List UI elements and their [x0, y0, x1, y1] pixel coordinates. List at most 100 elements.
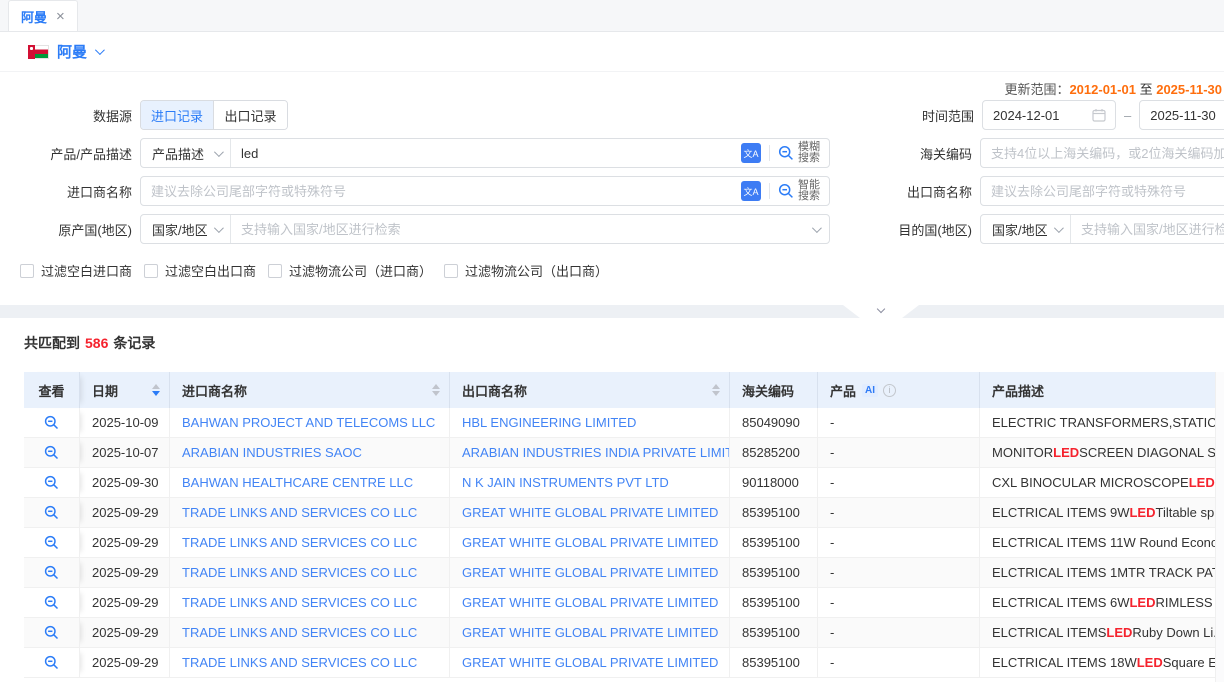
table-row: 2025-09-29 TRADE LINKS AND SERVICES CO L… — [24, 588, 1215, 618]
tab-export-records[interactable]: 出口记录 — [214, 101, 287, 129]
smart-search-button[interactable]: 智能搜索 — [778, 180, 820, 202]
row-exporter-link[interactable]: ARABIAN INDUSTRIES INDIA PRIVATE LIMIT..… — [462, 445, 729, 460]
filter-blank-importer[interactable]: 过滤空白进口商 — [20, 261, 132, 280]
view-button[interactable] — [44, 655, 59, 670]
view-button[interactable] — [44, 415, 59, 430]
row-hs-code: 85395100 — [730, 558, 818, 587]
tab-import-records[interactable]: 进口记录 — [141, 101, 214, 129]
magnifier-icon — [44, 505, 59, 520]
filter-checkboxes: 过滤空白进口商 过滤空白出口商 过滤物流公司（进口商） 过滤物流公司（出口商） — [20, 261, 608, 280]
table-row: 2025-10-09 BAHWAN PROJECT AND TELECOMS L… — [24, 408, 1215, 438]
product-type-select[interactable]: 产品描述 — [141, 139, 231, 167]
sort-control-date[interactable] — [152, 384, 160, 396]
row-description: ELCTRICAL ITEMS LED Ruby Down Li... — [980, 618, 1215, 647]
translate-icon[interactable]: 文A — [741, 143, 761, 163]
magnifier-icon — [44, 655, 59, 670]
row-importer-link[interactable]: ARABIAN INDUSTRIES SAOC — [182, 445, 362, 460]
origin-country-input[interactable] — [231, 215, 812, 243]
results-summary: 共匹配到586条记录 — [0, 318, 1224, 353]
checkbox[interactable] — [268, 264, 282, 278]
dest-country-select[interactable]: 国家/地区 — [981, 215, 1071, 243]
time-range-end[interactable] — [1139, 100, 1224, 130]
row-exporter-link[interactable]: HBL ENGINEERING LIMITED — [462, 415, 636, 430]
row-date: 2025-09-29 — [80, 588, 170, 617]
view-button[interactable] — [44, 565, 59, 580]
row-exporter-link[interactable]: GREAT WHITE GLOBAL PRIVATE LIMITED — [462, 625, 718, 640]
row-exporter-link[interactable]: GREAT WHITE GLOBAL PRIVATE LIMITED — [462, 655, 718, 670]
header-hs-code: 海关编码 — [730, 372, 818, 408]
chevron-down-icon[interactable] — [95, 45, 105, 55]
view-button[interactable] — [44, 625, 59, 640]
header-view: 查看 — [24, 372, 80, 408]
info-icon[interactable]: i — [883, 384, 896, 397]
row-exporter-link[interactable]: GREAT WHITE GLOBAL PRIVATE LIMITED — [462, 535, 718, 550]
view-button[interactable] — [44, 475, 59, 490]
tab-oman[interactable]: 阿曼 × — [8, 0, 78, 31]
row-description: ELCTRICAL ITEMS 11W Round Econo... — [980, 528, 1215, 557]
row-importer-link[interactable]: TRADE LINKS AND SERVICES CO LLC — [182, 565, 417, 580]
row-date: 2025-10-09 — [80, 408, 170, 437]
data-source-label: 数据源 — [0, 106, 140, 125]
end-date-input[interactable] — [1150, 101, 1224, 129]
checkbox[interactable] — [144, 264, 158, 278]
header-description: 产品描述 — [980, 372, 1215, 408]
row-product: - — [818, 438, 980, 467]
row-importer-link[interactable]: TRADE LINKS AND SERVICES CO LLC — [182, 505, 417, 520]
tab-title: 阿曼 — [21, 7, 47, 26]
sort-control-exporter[interactable] — [712, 384, 720, 396]
view-button[interactable] — [44, 505, 59, 520]
collapse-form-button[interactable] — [843, 305, 919, 319]
row-description: ELCTRICAL ITEMS 6W LED RIMLESS ... — [980, 588, 1215, 617]
country-name[interactable]: 阿曼 — [57, 41, 87, 62]
hs-code-input[interactable] — [981, 139, 1224, 167]
time-range-label: 时间范围 — [832, 106, 982, 125]
results-table: 查看 日期 进口商名称 出口商名称 海关编码 产品 AI i — [24, 372, 1215, 678]
table-row: 2025-09-29 TRADE LINKS AND SERVICES CO L… — [24, 558, 1215, 588]
table-row: 2025-09-29 TRADE LINKS AND SERVICES CO L… — [24, 498, 1215, 528]
translate-icon[interactable]: 文A — [741, 181, 761, 201]
time-range-start[interactable] — [982, 100, 1116, 130]
importer-input[interactable] — [141, 177, 741, 205]
view-button[interactable] — [44, 535, 59, 550]
header-product: 产品 AI i — [818, 372, 980, 408]
start-date-input[interactable] — [993, 101, 1092, 129]
row-importer-link[interactable]: BAHWAN HEALTHCARE CENTRE LLC — [182, 475, 413, 490]
filter-logistics-importer[interactable]: 过滤物流公司（进口商） — [268, 261, 432, 280]
update-range-end: 2025-11-30 — [1156, 82, 1222, 97]
checkbox[interactable] — [20, 264, 34, 278]
checkbox[interactable] — [444, 264, 458, 278]
filter-logistics-exporter[interactable]: 过滤物流公司（出口商） — [444, 261, 608, 280]
row-importer-link[interactable]: TRADE LINKS AND SERVICES CO LLC — [182, 625, 417, 640]
product-label: 产品/产品描述 — [0, 144, 140, 163]
row-hs-code: 85285200 — [730, 438, 818, 467]
row-exporter-link[interactable]: GREAT WHITE GLOBAL PRIVATE LIMITED — [462, 565, 718, 580]
chevron-down-icon[interactable] — [812, 223, 822, 233]
row-importer-link[interactable]: TRADE LINKS AND SERVICES CO LLC — [182, 655, 417, 670]
magnifier-icon — [44, 565, 59, 580]
filter-blank-exporter[interactable]: 过滤空白出口商 — [144, 261, 256, 280]
view-button[interactable] — [44, 445, 59, 460]
row-importer-link[interactable]: BAHWAN PROJECT AND TELECOMS LLC — [182, 415, 435, 430]
fuzzy-search-button[interactable]: 模糊搜索 — [778, 142, 820, 164]
update-range: 更新范围：2012-01-01 至 2025-11-30 — [0, 79, 1222, 98]
results-panel: 共匹配到586条记录 查看 日期 进口商名称 出口商名称 海关编码 — [0, 318, 1224, 682]
chevron-down-icon — [877, 305, 885, 313]
row-exporter-link[interactable]: GREAT WHITE GLOBAL PRIVATE LIMITED — [462, 505, 718, 520]
vertical-scrollbar[interactable] — [1215, 372, 1224, 682]
row-exporter-link[interactable]: GREAT WHITE GLOBAL PRIVATE LIMITED — [462, 595, 718, 610]
dest-country-input[interactable] — [1071, 215, 1224, 243]
table-row: 2025-09-29 TRADE LINKS AND SERVICES CO L… — [24, 618, 1215, 648]
product-search-input[interactable] — [231, 139, 741, 167]
row-importer-link[interactable]: TRADE LINKS AND SERVICES CO LLC — [182, 535, 417, 550]
sort-control-importer[interactable] — [432, 384, 440, 396]
origin-country-select[interactable]: 国家/地区 — [141, 215, 231, 243]
row-importer-link[interactable]: TRADE LINKS AND SERVICES CO LLC — [182, 595, 417, 610]
row-exporter-link[interactable]: N K JAIN INSTRUMENTS PVT LTD — [462, 475, 669, 490]
view-button[interactable] — [44, 595, 59, 610]
row-product: - — [818, 528, 980, 557]
exporter-input[interactable] — [981, 177, 1224, 205]
importer-label: 进口商名称 — [0, 182, 140, 201]
calendar-icon — [1092, 108, 1106, 122]
close-icon[interactable]: × — [56, 9, 65, 24]
table-row: 2025-09-29 TRADE LINKS AND SERVICES CO L… — [24, 648, 1215, 678]
